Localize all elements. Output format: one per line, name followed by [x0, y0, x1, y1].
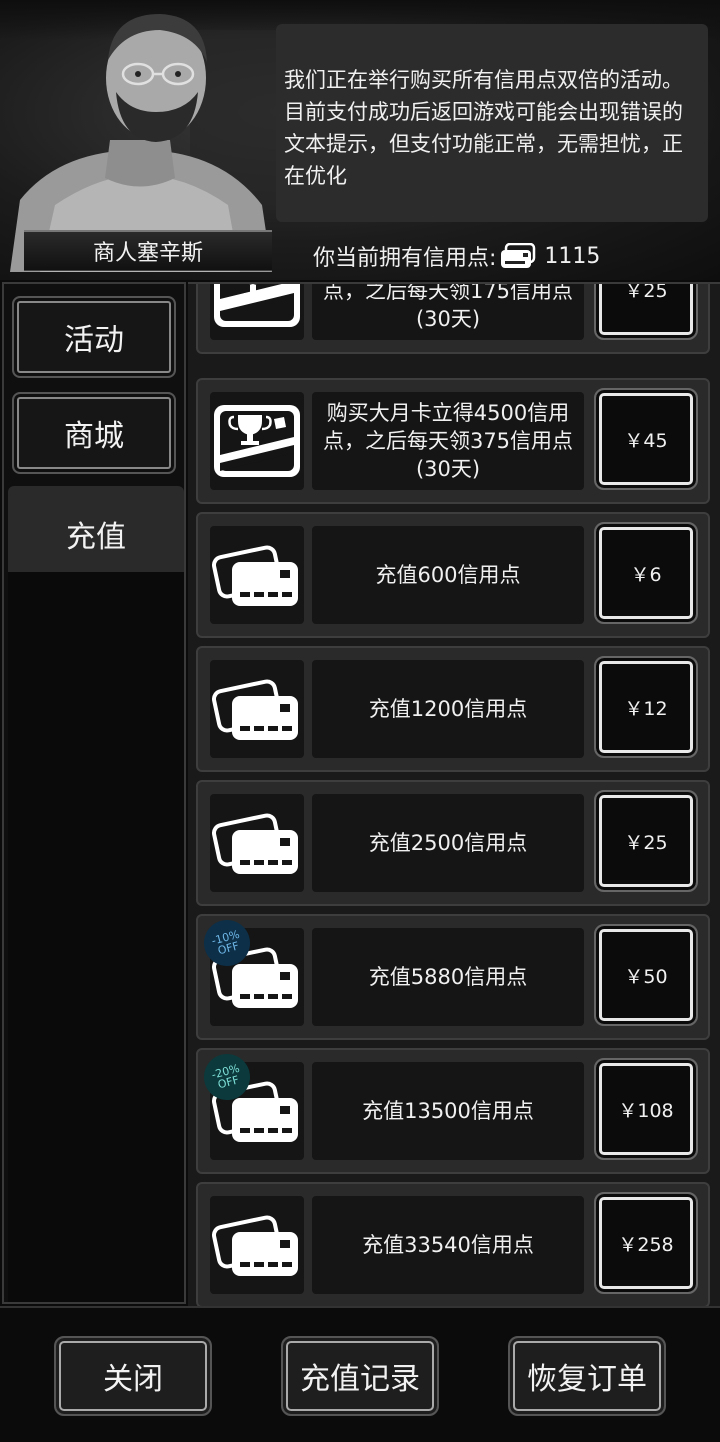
item-description: 充值33540信用点: [312, 1196, 584, 1294]
close-button-label: 关闭: [103, 1362, 163, 1397]
price-label: ￥258: [618, 1233, 674, 1256]
item-icon-box: [210, 1196, 304, 1294]
item-icon-box: [210, 392, 304, 490]
item-description: 充值5880信用点: [312, 928, 584, 1026]
credit-cards-icon: [212, 545, 298, 606]
recharge-list[interactable]: 购买小月卡立得2000信用点，之后每天领175信用点(30天) ￥25 购买大月…: [188, 282, 720, 1306]
item-description-text: 购买大月卡立得4500信用点，之后每天领375信用点(30天): [322, 401, 574, 481]
tab-shop[interactable]: 商城: [12, 392, 176, 474]
tab-shop-label: 商城: [64, 419, 124, 454]
trophy-card-icon: [214, 284, 300, 327]
item-icon-box: [210, 660, 304, 758]
credit-card-icon: [501, 243, 536, 268]
item-description: 充值2500信用点: [312, 794, 584, 892]
merchant-speech-bubble: 我们正在举行购买所有信用点双倍的活动。目前支付成功后返回游戏可能会出现错误的文本…: [276, 24, 708, 222]
merchant-name-plate: 商人塞辛斯: [24, 230, 272, 271]
buy-button[interactable]: ￥108: [594, 1058, 698, 1160]
list-item: 充值33540信用点 ￥258: [196, 1182, 710, 1306]
price-label: ￥12: [624, 697, 668, 720]
tab-recharge[interactable]: 充值: [8, 486, 184, 582]
item-icon-box: [210, 284, 304, 340]
category-sidebar: 活动 商城 充值: [2, 282, 186, 1304]
credit-cards-icon: [212, 813, 298, 874]
restore-order-button[interactable]: 恢复订单: [508, 1336, 666, 1416]
credits-display: 你当前拥有信用点: 1115: [313, 238, 600, 274]
buy-button[interactable]: ￥25: [594, 282, 698, 340]
recharge-history-label: 充值记录: [300, 1362, 420, 1397]
buy-button[interactable]: ￥25: [594, 790, 698, 892]
list-item: 充值2500信用点 ￥25: [196, 780, 710, 906]
recharge-history-button[interactable]: 充值记录: [281, 1336, 439, 1416]
item-description-text: 充值13500信用点: [362, 1099, 534, 1123]
buy-button[interactable]: ￥50: [594, 924, 698, 1026]
tab-recharge-label: 充值: [66, 520, 126, 555]
item-description-text: 充值600信用点: [375, 563, 521, 587]
item-icon-box: [210, 794, 304, 892]
price-label: ￥6: [630, 563, 662, 586]
buy-button[interactable]: ￥6: [594, 522, 698, 624]
price-label: ￥108: [618, 1099, 674, 1122]
bottom-action-bar: 关闭 充值记录 恢复订单: [0, 1306, 720, 1442]
tab-activity-label: 活动: [64, 323, 124, 358]
list-item: 购买大月卡立得4500信用点，之后每天领375信用点(30天) ￥45: [196, 378, 710, 504]
item-description: 充值600信用点: [312, 526, 584, 624]
item-description: 充值13500信用点: [312, 1062, 584, 1160]
price-label: ￥45: [624, 429, 668, 452]
item-description-text: 充值5880信用点: [368, 965, 528, 989]
credit-cards-icon: [212, 679, 298, 740]
buy-button[interactable]: ￥258: [594, 1192, 698, 1294]
buy-button[interactable]: ￥12: [594, 656, 698, 758]
merchant-name: 商人塞辛斯: [92, 241, 203, 266]
close-button[interactable]: 关闭: [54, 1336, 212, 1416]
credits-label: 你当前拥有信用点:: [313, 246, 497, 271]
merchant-message: 我们正在举行购买所有信用点双倍的活动。目前支付成功后返回游戏可能会出现错误的文本…: [284, 68, 683, 188]
list-item: 购买小月卡立得2000信用点，之后每天领175信用点(30天) ￥25: [196, 282, 710, 354]
sidebar-panel: [8, 572, 184, 1302]
tab-activity[interactable]: 活动: [12, 296, 176, 378]
price-label: ￥25: [624, 282, 668, 302]
item-description-text: 充值1200信用点: [368, 697, 528, 721]
item-description: 购买小月卡立得2000信用点，之后每天领175信用点(30天): [312, 282, 584, 340]
item-description-text: 充值33540信用点: [362, 1233, 534, 1257]
buy-button[interactable]: ￥45: [594, 388, 698, 490]
item-description-text: 充值2500信用点: [368, 831, 528, 855]
item-description: 充值1200信用点: [312, 660, 584, 758]
price-label: ￥25: [624, 831, 668, 854]
trophy-card-icon: [214, 405, 300, 477]
item-icon-box: [210, 526, 304, 624]
price-label: ￥50: [624, 965, 668, 988]
merchant-header: 商人塞辛斯 我们正在举行购买所有信用点双倍的活动。目前支付成功后返回游戏可能会出…: [0, 0, 720, 280]
list-item: 充值600信用点 ￥6: [196, 512, 710, 638]
credit-cards-icon: [212, 1215, 298, 1276]
item-description: 购买大月卡立得4500信用点，之后每天领375信用点(30天): [312, 392, 584, 490]
list-item: -10% OFF 充值5880信用点 ￥50: [196, 914, 710, 1040]
list-item: 充值1200信用点 ￥12: [196, 646, 710, 772]
credits-value: 1115: [544, 243, 601, 269]
list-item: -20% OFF 充值13500信用点 ￥108: [196, 1048, 710, 1174]
item-description-text: 购买小月卡立得2000信用点，之后每天领175信用点(30天): [322, 282, 574, 331]
restore-order-label: 恢复订单: [527, 1362, 647, 1397]
